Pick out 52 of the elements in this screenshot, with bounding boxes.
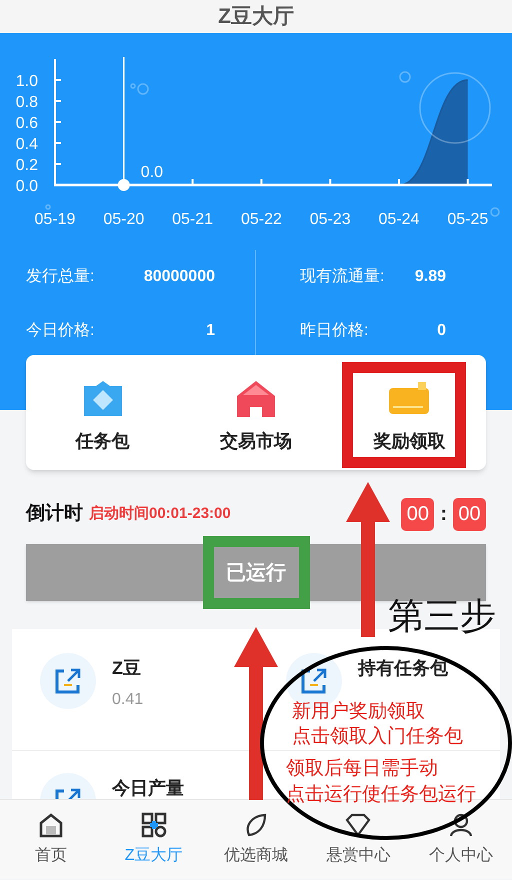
x-tick-label: 05-22 bbox=[240, 211, 282, 228]
point-label: 0.0 bbox=[140, 164, 164, 181]
data-point bbox=[118, 179, 130, 191]
gem-icon bbox=[82, 380, 124, 418]
export-icon bbox=[300, 667, 328, 695]
stat-label: 发行总量: bbox=[26, 267, 94, 287]
tab[interactable]: 个人中心 bbox=[428, 844, 493, 868]
shortcut-link[interactable]: 奖励领取 bbox=[373, 432, 446, 450]
stat-value: 9.89 bbox=[414, 267, 446, 287]
grid-icon bbox=[140, 812, 167, 838]
shortcut-link[interactable]: 交易市场 bbox=[220, 432, 292, 450]
tab[interactable]: 首页 bbox=[35, 844, 68, 868]
x-tick-label: 05-21 bbox=[172, 211, 214, 228]
shortcut-link[interactable]: 任务包 bbox=[76, 432, 130, 450]
asset-name: 今日产量 bbox=[112, 777, 184, 799]
asset-name: Z豆 bbox=[112, 657, 142, 680]
tab[interactable]: 优选商城 bbox=[224, 844, 288, 868]
x-tick-label: 05-25 bbox=[447, 211, 488, 228]
x-tick-label: 05-20 bbox=[103, 211, 144, 228]
y-tick-label: 0.4 bbox=[16, 136, 38, 153]
page-title: Z豆大厅 bbox=[218, 4, 294, 30]
step-label: 第三步 bbox=[388, 598, 496, 634]
start-time-text: 启动时间00:01-23:00 bbox=[89, 504, 231, 524]
x-tick-label: 05-23 bbox=[310, 211, 351, 228]
y-tick-label: 0.8 bbox=[16, 94, 38, 111]
stat-label: 昨日价格: bbox=[300, 321, 368, 341]
annotation-text: 点击运行使任务包运行 bbox=[286, 785, 476, 804]
y-tick-label: 0.2 bbox=[16, 157, 38, 174]
annotation-text: 点击领取入门任务包 bbox=[292, 727, 463, 746]
user-icon bbox=[448, 812, 474, 838]
annotation-text: 领取后每日需手动 bbox=[286, 759, 438, 778]
countdown-title: 倒计时 bbox=[26, 502, 83, 526]
house-icon bbox=[234, 380, 277, 418]
home-icon bbox=[38, 812, 64, 838]
asset-name: 持有任务包 bbox=[358, 657, 448, 680]
stat-value: 0 bbox=[437, 321, 446, 341]
timer-minutes: 00 bbox=[453, 498, 486, 530]
export-icon bbox=[54, 667, 82, 695]
y-tick-label: 1.0 bbox=[16, 73, 38, 90]
asset-value: 0.41 bbox=[112, 690, 144, 710]
x-tick-label: 05-24 bbox=[378, 211, 420, 228]
x-tick-label: 05-19 bbox=[34, 211, 76, 228]
y-tick-label: 0.6 bbox=[16, 115, 38, 132]
timer-separator: : bbox=[440, 502, 447, 527]
stat-label: 现有流通量: bbox=[300, 266, 384, 287]
annotation-text: 新用户奖励领取 bbox=[292, 702, 425, 721]
timer-hours: 00 bbox=[401, 498, 434, 530]
stat-label: 今日价格: bbox=[26, 321, 94, 341]
y-tick-label: 0.0 bbox=[16, 178, 38, 195]
stat-value: 1 bbox=[206, 321, 215, 341]
tab[interactable]: 悬赏中心 bbox=[326, 844, 390, 868]
stat-value: 80000000 bbox=[144, 267, 215, 287]
